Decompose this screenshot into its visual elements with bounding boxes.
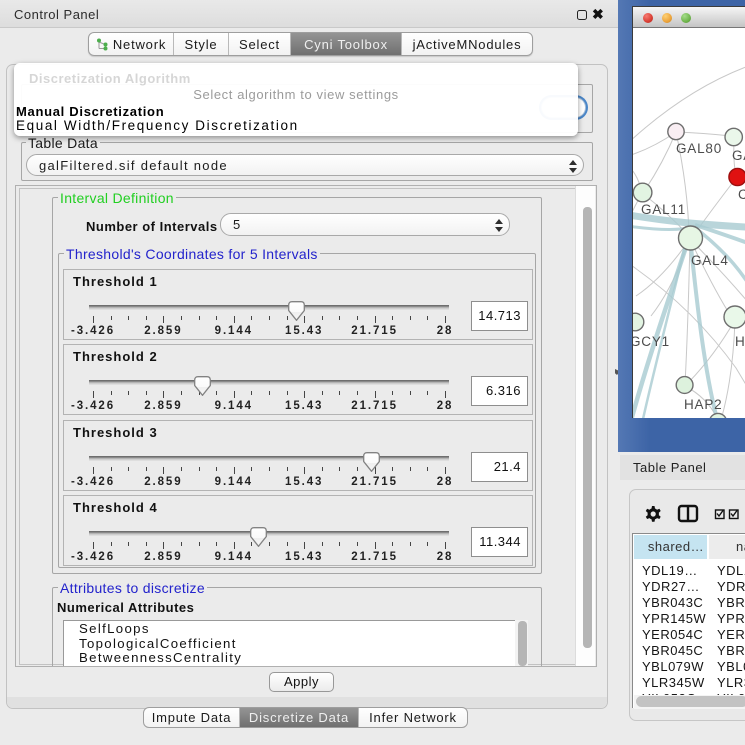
svg-text:GAL4: GAL4 xyxy=(691,253,729,268)
svg-text:GAL80: GAL80 xyxy=(676,141,722,156)
svg-text:GCY1: GCY1 xyxy=(633,334,670,349)
svg-text:GA: GA xyxy=(732,148,745,163)
svg-text:HAP2: HAP2 xyxy=(684,397,722,412)
svg-text:C: C xyxy=(738,187,745,202)
svg-text:GAL11: GAL11 xyxy=(641,202,686,217)
svg-text:H: H xyxy=(735,334,745,349)
